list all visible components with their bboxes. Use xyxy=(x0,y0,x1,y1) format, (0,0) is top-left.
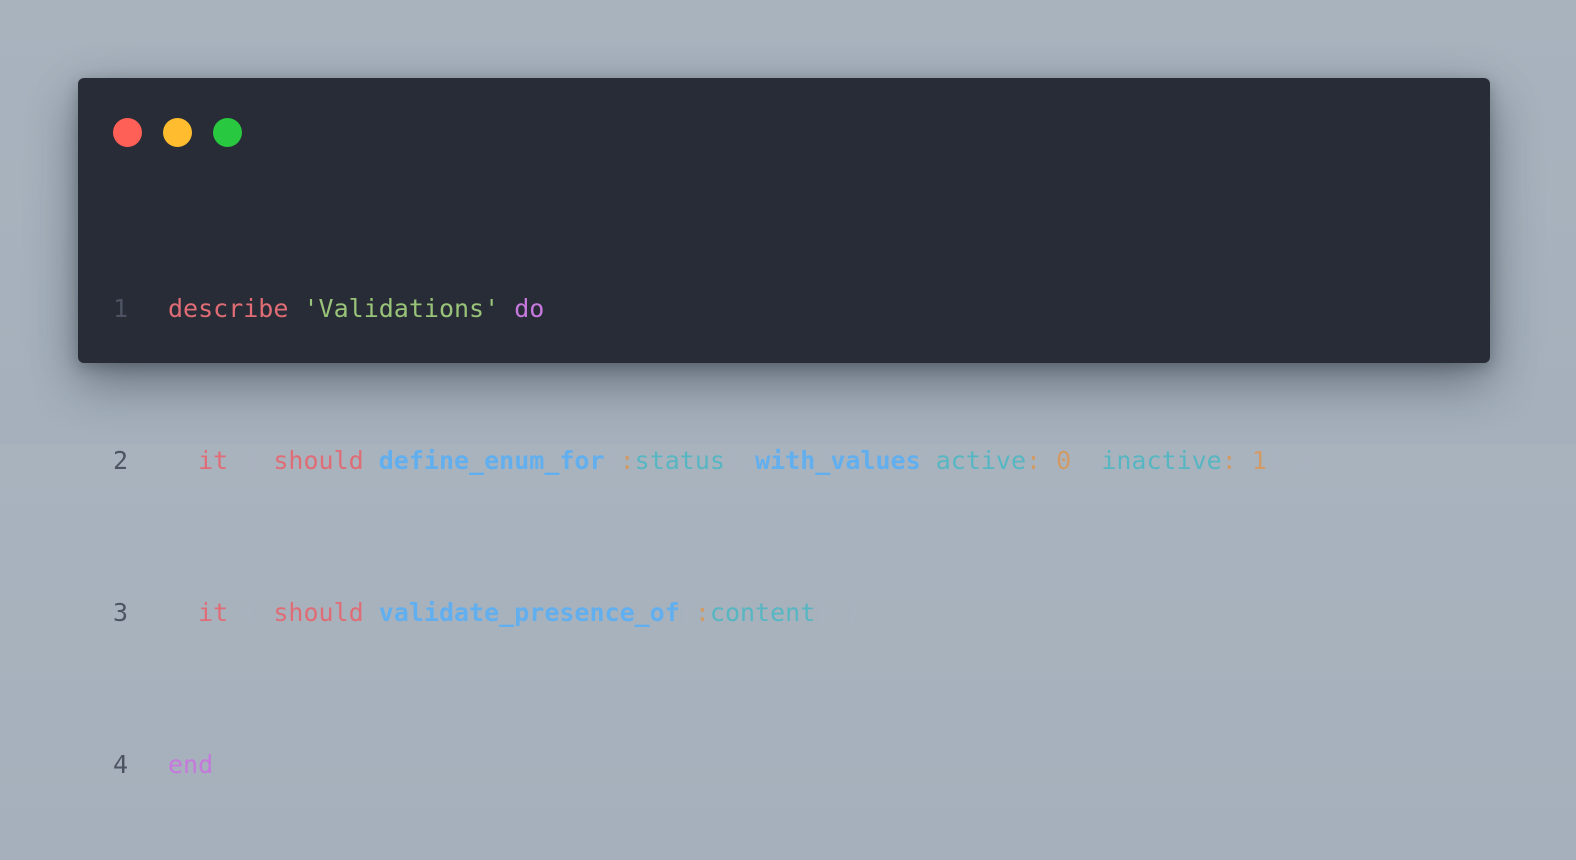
code-line: 4 end xyxy=(113,746,1312,784)
code-line-content: it { should define_enum_for(:status).wit… xyxy=(168,442,1312,480)
indent-token xyxy=(168,446,198,475)
punctuation-token: ) } xyxy=(815,598,861,627)
symbol-colon-token: : xyxy=(619,446,635,475)
keyword-token: it xyxy=(198,598,229,627)
punctuation-token: ). xyxy=(724,446,756,475)
method-token: should xyxy=(273,598,364,627)
string-token: 'Validations' xyxy=(303,294,500,323)
punctuation-token: ( xyxy=(604,446,620,475)
line-number: 2 xyxy=(113,446,129,475)
code-window: 1 describe 'Validations' do 2 it { shoul… xyxy=(78,78,1490,779)
code-line: 1 describe 'Validations' do xyxy=(113,290,1312,328)
line-number: 1 xyxy=(113,294,129,323)
keyword-token: do xyxy=(514,294,545,323)
indent-token xyxy=(168,598,198,627)
punctuation-token: ( xyxy=(679,598,695,627)
window-controls xyxy=(113,118,242,147)
punctuation-token: { xyxy=(228,446,274,475)
number-token: 1 xyxy=(1251,446,1267,475)
punctuation-token: { xyxy=(228,598,274,627)
minimize-window-button[interactable] xyxy=(163,118,192,147)
symbol-colon-token: : xyxy=(694,598,710,627)
code-line-content: end xyxy=(168,746,213,784)
symbol-token: content xyxy=(709,598,816,627)
function-token: validate_presence_of xyxy=(378,598,680,627)
symbol-token: status xyxy=(634,446,725,475)
punctuation-token: ( xyxy=(920,446,936,475)
hash-key-token: inactive xyxy=(1101,446,1222,475)
method-token: should xyxy=(273,446,364,475)
hash-colon-token: : xyxy=(1026,446,1042,475)
code-line: 2 it { should define_enum_for(:status).w… xyxy=(113,442,1312,480)
keyword-token: it xyxy=(198,446,229,475)
zoom-window-button[interactable] xyxy=(213,118,242,147)
line-number: 4 xyxy=(113,750,129,779)
function-token: with_values xyxy=(755,446,921,475)
code-line: 3 it { should validate_presence_of(:cont… xyxy=(113,594,1312,632)
punctuation-token: , xyxy=(1071,446,1102,475)
hash-colon-token: : xyxy=(1221,446,1237,475)
punctuation-token: ) } xyxy=(1266,446,1313,475)
code-line-content: it { should validate_presence_of(:conten… xyxy=(168,594,860,632)
close-window-button[interactable] xyxy=(113,118,142,147)
code-line-content: describe 'Validations' do xyxy=(168,290,544,328)
function-token: define_enum_for xyxy=(378,446,605,475)
keyword-token: end xyxy=(168,750,214,779)
hash-key-token: active xyxy=(935,446,1027,475)
code-block: 1 describe 'Validations' do 2 it { shoul… xyxy=(113,176,1312,860)
number-token: 0 xyxy=(1056,446,1072,475)
line-number: 3 xyxy=(113,598,129,627)
keyword-token: describe xyxy=(168,294,289,323)
